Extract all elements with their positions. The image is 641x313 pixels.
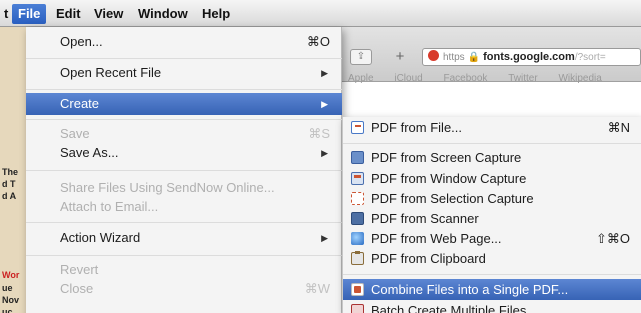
bookmarks-bar: Apple iCloud Facebook Twitter Wikipedia	[330, 73, 641, 85]
page-text: Nov	[2, 295, 20, 305]
submenu-separator	[343, 143, 641, 144]
menu-item-open-recent-file[interactable]: Open Recent File ▶	[26, 62, 342, 84]
menubar-item-edit[interactable]: Edit	[50, 4, 87, 24]
page-text: d T	[2, 179, 16, 189]
menu-separator	[26, 170, 342, 171]
window-capture-icon	[351, 172, 364, 185]
submenu-arrow-icon: ▶	[321, 148, 328, 158]
menu-item-label: Create	[60, 96, 100, 111]
pdf-file-icon	[351, 121, 364, 134]
menu-item-label: Save As...	[60, 145, 119, 160]
address-protocol: https	[443, 52, 465, 63]
bookmark-item[interactable]: Apple	[348, 73, 374, 84]
document-page-edge: The d T d A Wor ue Nov uc	[0, 27, 26, 313]
bookmark-item[interactable]: Twitter	[508, 73, 537, 84]
submenu-item-label: PDF from Scanner	[371, 211, 479, 226]
web-page-icon	[351, 232, 364, 245]
address-host: fonts.google.com	[483, 51, 575, 63]
menubar-item-view[interactable]: View	[88, 4, 129, 24]
page-text: uc	[2, 307, 13, 313]
page-text: The	[2, 167, 19, 177]
submenu-item-pdf-from-screen-capture[interactable]: PDF from Screen Capture	[343, 147, 641, 168]
menu-item-label: Open...	[60, 34, 103, 49]
submenu-item-pdf-from-web-page[interactable]: PDF from Web Page... ⇧⌘O	[343, 228, 641, 249]
submenu-item-label: PDF from Selection Capture	[371, 191, 534, 206]
menu-item-shortcut: ⌘O	[306, 34, 330, 49]
page-text: ue	[2, 283, 13, 293]
menu-separator	[26, 222, 342, 223]
menu-item-label: Attach to Email...	[60, 199, 159, 214]
page-text: d A	[2, 191, 17, 201]
address-bar[interactable]: https 🔒 fonts.google.com/?sort=	[422, 48, 641, 66]
menu-item-label: Save	[60, 126, 90, 141]
menu-item-attach-to-email[interactable]: Attach to Email...	[26, 196, 342, 218]
menu-item-action-wizard[interactable]: Action Wizard ▶	[26, 227, 342, 249]
file-menu: Open... ⌘O Open Recent File ▶ Create ▶ S…	[26, 27, 342, 313]
submenu-separator	[343, 274, 641, 275]
create-submenu: PDF from File... ⌘N PDF from Screen Capt…	[342, 117, 641, 313]
submenu-item-label: Batch Create Multiple Files...	[371, 303, 538, 313]
submenu-item-pdf-from-window-capture[interactable]: PDF from Window Capture	[343, 168, 641, 189]
browser-toolbar: ⇪ + https 🔒 fonts.google.com/?sort= Apple …	[330, 27, 641, 85]
menu-separator	[26, 58, 342, 59]
menu-separator	[26, 255, 342, 256]
submenu-item-shortcut: ⌘N	[607, 120, 630, 135]
menu-item-label: Action Wizard	[60, 230, 141, 245]
menu-separator	[26, 89, 342, 90]
scanner-icon	[351, 212, 364, 225]
share-button[interactable]: ⇪	[350, 49, 372, 65]
menubar-item-help[interactable]: Help	[196, 4, 236, 24]
menu-separator	[26, 119, 342, 120]
screen-capture-icon	[351, 151, 364, 164]
submenu-arrow-icon: ▶	[321, 99, 328, 109]
menu-item-open[interactable]: Open... ⌘O	[26, 31, 342, 53]
submenu-item-shortcut: ⇧⌘O	[595, 231, 630, 246]
submenu-item-label: PDF from Clipboard	[371, 251, 486, 266]
batch-create-icon	[351, 304, 364, 313]
bookmark-item[interactable]: Facebook	[444, 73, 488, 84]
clipboard-icon	[351, 251, 364, 265]
submenu-arrow-icon: ▶	[321, 233, 328, 243]
bookmark-item[interactable]: Wikipedia	[558, 73, 601, 84]
submenu-item-pdf-from-file[interactable]: PDF from File... ⌘N	[343, 117, 641, 138]
submenu-item-label: PDF from Screen Capture	[371, 150, 522, 165]
new-tab-button[interactable]: +	[392, 49, 408, 65]
combine-files-icon	[351, 283, 364, 296]
menu-item-label: Open Recent File	[60, 65, 162, 80]
submenu-item-pdf-from-scanner[interactable]: PDF from Scanner	[343, 208, 641, 229]
menu-item-create[interactable]: Create ▶	[26, 93, 342, 115]
submenu-item-label: PDF from Web Page...	[371, 231, 502, 246]
submenu-item-batch-create[interactable]: Batch Create Multiple Files...	[343, 300, 641, 313]
bookmark-item[interactable]: iCloud	[394, 73, 422, 84]
lock-icon: 🔒	[467, 52, 481, 63]
menu-item-close[interactable]: Close ⌘W	[26, 278, 342, 300]
menu-item-label: Revert	[60, 262, 99, 277]
submenu-item-label: PDF from Window Capture	[371, 171, 527, 186]
page-text: Wor	[2, 270, 20, 280]
menu-item-label: Share Files Using SendNow Online...	[60, 180, 275, 195]
submenu-item-combine-files[interactable]: Combine Files into a Single PDF...	[343, 279, 641, 300]
menu-item-shortcut: ⌘W	[304, 281, 330, 296]
menu-item-label: Close	[60, 281, 94, 296]
submenu-item-pdf-from-selection-capture[interactable]: PDF from Selection Capture	[343, 188, 641, 209]
menu-item-save-as[interactable]: Save As... ▶	[26, 142, 342, 164]
selection-capture-icon	[351, 192, 364, 205]
address-path: /?sort=	[574, 52, 606, 63]
menu-bar: t File Edit View Window Help	[0, 0, 641, 27]
submenu-item-label: PDF from File...	[371, 120, 463, 135]
menubar-item-file[interactable]: File	[12, 4, 47, 24]
submenu-item-pdf-from-clipboard[interactable]: PDF from Clipboard	[343, 248, 641, 269]
submenu-item-label: Combine Files into a Single PDF...	[371, 282, 569, 297]
submenu-arrow-icon: ▶	[321, 68, 328, 78]
stop-icon[interactable]	[428, 50, 439, 61]
menubar-item-window[interactable]: Window	[132, 4, 194, 24]
